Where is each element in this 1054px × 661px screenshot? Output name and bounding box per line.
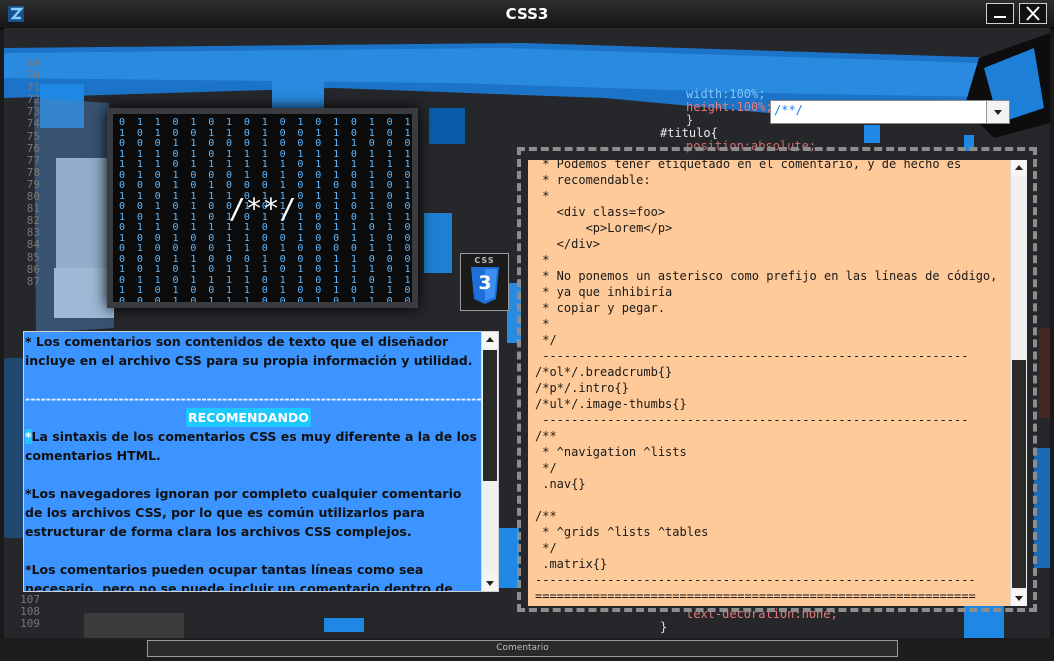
paragraph-3: *Los comentarios pueden ocupar tantas lí… [25, 562, 453, 591]
line-number-gutter-bottom: 107 108 109 [20, 593, 40, 631]
paragraph-2: *Los navegadores ignoran por completo cu… [25, 486, 462, 539]
css3-logo-icon: CSS 3 [460, 253, 509, 311]
separator-line: ----------------------------------------… [25, 391, 481, 406]
arrow-down-icon [1015, 596, 1023, 601]
code-text: * Podemos tener etiquetado en el comenta… [535, 160, 998, 603]
comment-style-select[interactable]: /**/ [770, 100, 1010, 124]
dropdown-arrow-button[interactable] [986, 101, 1009, 123]
intro-paragraph: * Los comentarios son contenidos de text… [25, 334, 473, 368]
scroll-thumb[interactable] [1012, 360, 1026, 588]
code-scrollbar[interactable] [1010, 160, 1027, 606]
code-textbox[interactable]: * Podemos tener etiquetado en el comenta… [528, 160, 1027, 606]
line-number-gutter: 69 70 71 72 73 74 75 76 77 78 79 80 81 82 83 84 85 86 87 [26, 57, 40, 288]
scroll-up-button[interactable] [482, 332, 498, 348]
binary-art-panel: 0 1 1 0 1 0 1 0 1 0 1 0 1 0 1 0 1 1 0 1 … [107, 108, 418, 308]
description-text: * Los comentarios son contenidos de text… [24, 332, 481, 591]
minimize-button[interactable] [986, 3, 1014, 24]
description-textbox[interactable]: * Los comentarios son contenidos de text… [23, 331, 499, 592]
arrow-down-icon [486, 581, 494, 586]
combo-value: /**/ [774, 103, 803, 117]
left-scrollbar[interactable] [481, 332, 498, 591]
scroll-down-button[interactable] [482, 575, 498, 591]
scroll-up-button[interactable] [1011, 160, 1027, 176]
scroll-down-button[interactable] [1011, 590, 1027, 606]
arrow-up-icon [1015, 165, 1023, 170]
title-bar: CSS3 [0, 0, 1054, 29]
minimize-icon [994, 16, 1006, 18]
close-button[interactable] [1019, 3, 1047, 24]
close-icon [1026, 6, 1040, 21]
section-heading: RECOMENDANDO [186, 408, 311, 427]
comment-symbol-overlay: /**/ [228, 192, 297, 225]
window-title: CSS3 [505, 5, 549, 23]
status-label: Comentario [147, 640, 898, 657]
paragraph-1: La sintaxis de los comentarios CSS es mu… [25, 429, 477, 463]
scroll-thumb[interactable] [483, 350, 497, 481]
chevron-down-icon [994, 110, 1002, 115]
arrow-up-icon [486, 337, 494, 342]
